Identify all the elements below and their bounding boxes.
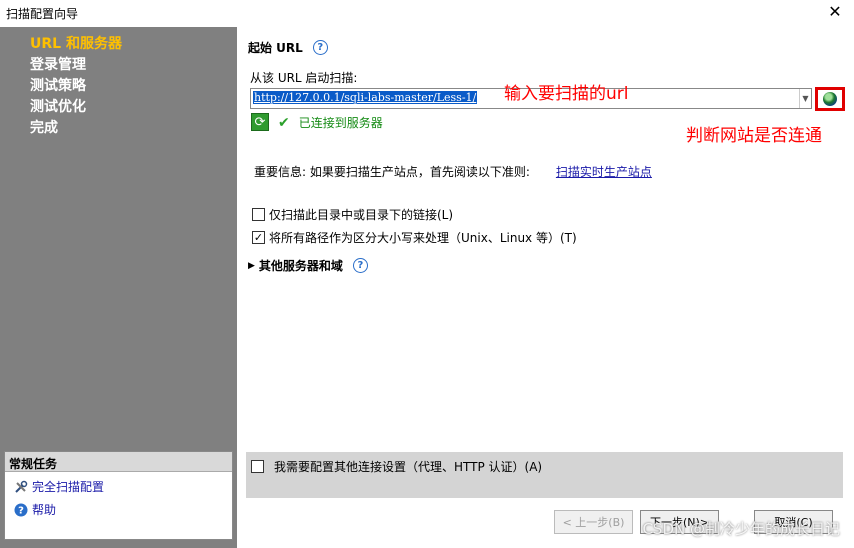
step-url-server[interactable]: URL 和服务器 (30, 34, 122, 55)
globe-icon (823, 92, 837, 106)
tasks-header: 常规任务 (5, 452, 232, 472)
help-icon: ? (13, 502, 29, 518)
connection-status: ✔ 已连接到服务器 (278, 114, 383, 131)
status-text: 已连接到服务器 (298, 116, 383, 130)
production-site-link[interactable]: 扫描实时生产站点 (556, 163, 652, 180)
task-label: 完全扫描配置 (32, 480, 105, 494)
back-button[interactable]: < 上一步(B) (554, 510, 633, 534)
option-label: 将所有路径作为区分大小写来处理（Unix、Linux 等）(T) (269, 231, 577, 245)
title-bar: 扫描配置向导 ✕ (0, 0, 854, 26)
task-full-scan-config[interactable]: 完全扫描配置 (13, 478, 232, 495)
checkbox[interactable] (252, 208, 265, 221)
task-label: 帮助 (32, 503, 57, 517)
help-icon[interactable]: ? (312, 40, 328, 55)
task-help[interactable]: ? 帮助 (13, 501, 232, 518)
refresh-icon[interactable]: ⟳ (251, 113, 269, 131)
option-scan-directory[interactable]: 仅扫描此目录中或目录下的链接(L) (252, 206, 453, 223)
annotation-check-hint: 判断网站是否连通 (686, 126, 822, 146)
option-connection-settings[interactable]: 我需要配置其他连接设置（代理、HTTP 认证）(A) (251, 458, 542, 475)
checkbox[interactable] (251, 460, 264, 473)
wizard-steps: URL 和服务器 登录管理 测试策略 测试优化 完成 (30, 34, 122, 139)
step-login[interactable]: 登录管理 (30, 55, 122, 76)
checkbox-checked[interactable]: ✓ (252, 231, 265, 244)
other-servers-label: 其他服务器和域 (258, 259, 343, 273)
step-test-optimize[interactable]: 测试优化 (30, 97, 122, 118)
close-icon[interactable]: ✕ (826, 2, 844, 21)
notice-text: 重要信息: 如果要扫描生产站点，首先阅读以下准则: (254, 165, 530, 179)
check-icon: ✔ (278, 114, 290, 131)
chevron-down-icon[interactable]: ▼ (799, 89, 811, 108)
watermark: CSDN @制冷少年的成长日记 (642, 520, 840, 538)
expand-arrow-icon: ▶ (248, 260, 255, 271)
wizard-sidebar: URL 和服务器 登录管理 测试策略 测试优化 完成 常规任务 完全扫描配置 ?… (0, 27, 237, 548)
other-servers-expander[interactable]: ▶ 其他服务器和域 ? (248, 257, 368, 274)
step-finish[interactable]: 完成 (30, 118, 122, 139)
step-test-policy[interactable]: 测试策略 (30, 76, 122, 97)
option-label: 我需要配置其他连接设置（代理、HTTP 认证）(A) (274, 460, 543, 474)
help-icon[interactable]: ? (352, 258, 368, 273)
section-title-text: 起始 URL (248, 41, 303, 55)
main-panel: 起始 URL ? 从该 URL 启动扫描: http://127.0.0.1/s… (238, 27, 854, 548)
check-connection-button[interactable] (815, 87, 845, 111)
window-title: 扫描配置向导 (6, 7, 79, 21)
svg-text:?: ? (18, 505, 24, 516)
url-label: 从该 URL 启动扫描: (250, 71, 358, 85)
common-tasks-panel: 常规任务 完全扫描配置 ? 帮助 (4, 451, 233, 540)
url-value: http://127.0.0.1/sqli-labs-master/Less-1… (253, 91, 478, 104)
notice: 重要信息: 如果要扫描生产站点，首先阅读以下准则: 扫描实时生产站点 (254, 163, 652, 180)
option-case-sensitive[interactable]: ✓ 将所有路径作为区分大小写来处理（Unix、Linux 等）(T) (252, 229, 577, 246)
annotation-url-hint: 输入要扫描的url (504, 84, 629, 104)
option-label: 仅扫描此目录中或目录下的链接(L) (269, 208, 454, 222)
tools-icon (13, 479, 29, 495)
section-title: 起始 URL ? (248, 39, 328, 56)
connection-settings-panel: 我需要配置其他连接设置（代理、HTTP 认证）(A) (246, 452, 843, 498)
